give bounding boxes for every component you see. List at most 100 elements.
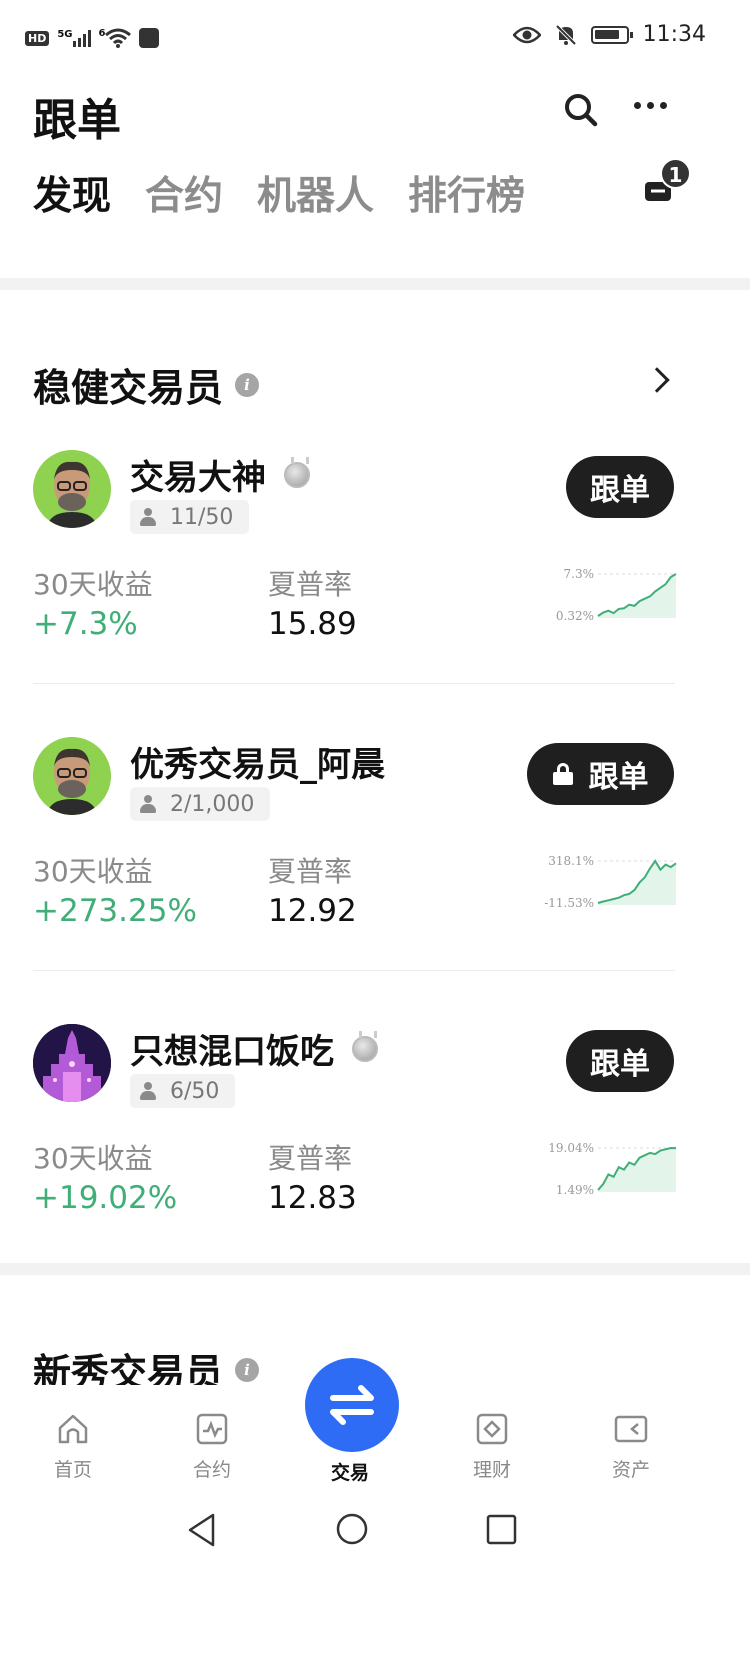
tab-contract[interactable]: 合约	[145, 165, 223, 221]
signal-icon: 5G	[57, 29, 91, 47]
info-icon[interactable]: i	[235, 372, 260, 397]
nav-trade-label[interactable]: 交易	[310, 1458, 390, 1485]
sharpe-value: 12.92	[268, 893, 357, 929]
follow-button[interactable]: 跟单	[527, 743, 674, 805]
follower-count-text: 2/1,000	[170, 791, 255, 817]
avatar[interactable]	[33, 1024, 111, 1102]
home-icon	[58, 1414, 88, 1444]
sparkline-chart: 318.1% -11.53%	[544, 854, 677, 910]
follower-count-text: 11/50	[170, 504, 234, 530]
sharpe-value: 15.89	[268, 606, 357, 642]
trader-name[interactable]: 优秀交易员_阿晨	[130, 737, 385, 786]
medal-icon	[284, 456, 310, 488]
bell-off-icon	[555, 24, 577, 45]
follow-button-label: 跟单	[590, 473, 650, 508]
person-icon	[140, 795, 156, 813]
lock-icon	[552, 763, 573, 785]
nav-contract-label: 合约	[192, 1459, 231, 1481]
sharpe-label: 夏普率	[268, 1142, 353, 1175]
chevron-right-icon[interactable]	[644, 367, 670, 393]
spark-max-label: 7.3%	[564, 567, 595, 581]
avatar[interactable]	[33, 450, 111, 528]
return-label: 30天收益	[33, 1142, 153, 1175]
person-icon	[140, 508, 156, 526]
return-value: +19.02%	[33, 1180, 178, 1216]
trader-card[interactable]: 优秀交易员_阿晨 2/1,000 跟单 30天收益 +273.25% 夏普率 1…	[0, 737, 750, 1025]
tab-leaderboard[interactable]: 排行榜	[408, 165, 525, 221]
return-label: 30天收益	[33, 855, 153, 888]
info-icon[interactable]: i	[235, 1357, 260, 1382]
nav-home[interactable]: 首页	[33, 1413, 113, 1482]
trade-fab[interactable]	[305, 1358, 399, 1452]
spark-max-label: 19.04%	[548, 1141, 594, 1155]
contract-icon	[196, 1413, 228, 1445]
spark-min-label: 0.32%	[556, 609, 594, 623]
sharpe-value: 12.83	[268, 1180, 357, 1216]
system-nav-bar	[0, 1497, 750, 1567]
trader-name-text: 优秀交易员_阿晨	[130, 745, 385, 785]
wifi-icon: 6	[99, 28, 132, 48]
avatar[interactable]	[33, 737, 111, 815]
search-icon[interactable]	[563, 92, 599, 128]
section-title-text: 稳健交易员	[33, 366, 224, 410]
trader-name[interactable]: 只想混口饭吃	[130, 1024, 378, 1073]
follower-count: 2/1,000	[130, 787, 271, 821]
home-button-icon[interactable]	[335, 1512, 369, 1546]
battery-icon	[590, 25, 633, 44]
sharpe-label: 夏普率	[268, 568, 353, 601]
section-divider	[0, 1263, 750, 1275]
sparkline-chart: 7.3% 0.32%	[556, 567, 677, 623]
trader-name[interactable]: 交易大神	[130, 450, 310, 499]
page-title: 跟单	[33, 95, 121, 146]
nav-contract[interactable]: 合约	[172, 1413, 252, 1482]
back-icon[interactable]	[186, 1512, 218, 1548]
status-bar: HD 5G 6 11:34	[0, 0, 750, 80]
spark-min-label: -11.53%	[544, 896, 594, 910]
clock: 11:34	[642, 22, 706, 47]
return-value: +7.3%	[33, 606, 138, 642]
medal-icon	[352, 1030, 378, 1062]
person-icon	[140, 1082, 156, 1100]
follow-button[interactable]: 跟单	[566, 1030, 674, 1092]
follower-count: 11/50	[130, 500, 250, 534]
nav-finance-label: 理财	[472, 1459, 511, 1481]
tab-discover[interactable]: 发现	[33, 165, 111, 221]
follow-button[interactable]: 跟单	[566, 456, 674, 518]
tab-robot[interactable]: 机器人	[257, 165, 374, 221]
status-left: HD 5G 6	[25, 28, 160, 48]
follow-button-label: 跟单	[590, 1047, 650, 1082]
return-value: +273.25%	[33, 893, 197, 929]
app-notification-icon	[139, 28, 160, 48]
section-title-steady: 稳健交易员 i	[33, 357, 260, 412]
recents-icon[interactable]	[486, 1514, 517, 1545]
tab-bar: 发现 合约 机器人 排行榜	[33, 165, 559, 221]
trader-card[interactable]: 交易大神 11/50 跟单 30天收益 +7.3% 夏普率 15.89 7.3%…	[0, 450, 750, 738]
app-header: 跟单	[0, 80, 750, 150]
follow-button-label: 跟单	[588, 760, 649, 795]
finance-icon	[476, 1413, 508, 1445]
status-right: 11:34	[512, 22, 706, 47]
nav-finance[interactable]: 理财	[452, 1413, 532, 1482]
spark-max-label: 318.1%	[548, 854, 594, 868]
sharpe-label: 夏普率	[268, 855, 353, 888]
wallet-icon	[614, 1415, 648, 1443]
sparkline-chart: 19.04% 1.49%	[548, 1141, 677, 1197]
more-icon[interactable]	[634, 102, 667, 109]
card-divider	[33, 683, 675, 684]
section-divider	[0, 278, 750, 290]
spark-area	[598, 861, 676, 905]
spark-min-label: 1.49%	[556, 1183, 594, 1197]
notification-badge: 1	[660, 158, 691, 189]
network-label: 5G	[57, 29, 73, 40]
follower-count-text: 6/50	[170, 1078, 220, 1104]
return-label: 30天收益	[33, 568, 153, 601]
eye-icon	[512, 26, 541, 43]
hd-icon: HD	[25, 30, 50, 46]
spark-area	[598, 1148, 676, 1192]
wifi-label: 6	[98, 28, 106, 39]
trader-name-text: 只想混口饭吃	[130, 1032, 334, 1072]
nav-assets[interactable]: 资产	[591, 1413, 671, 1482]
card-divider	[33, 970, 675, 971]
nav-assets-label: 资产	[611, 1459, 650, 1481]
trader-name-text: 交易大神	[130, 458, 266, 498]
